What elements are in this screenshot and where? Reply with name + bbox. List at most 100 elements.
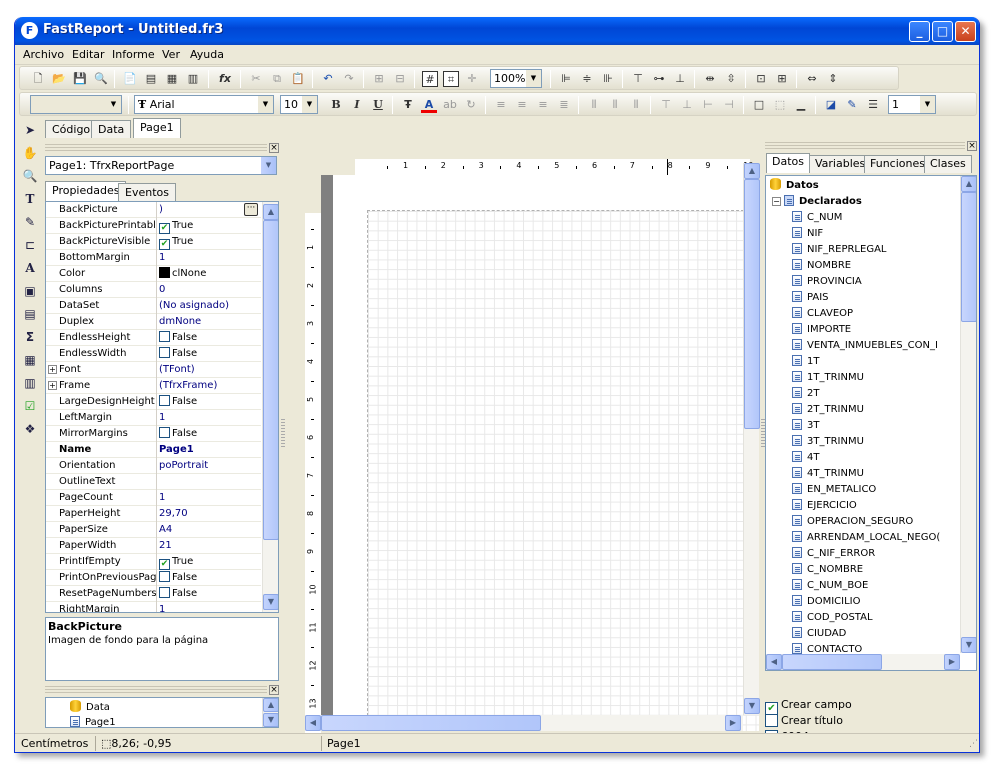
property-value[interactable]: False bbox=[159, 346, 197, 362]
tree-close-icon[interactable]: × bbox=[269, 685, 279, 695]
italic-icon[interactable]: I bbox=[349, 97, 365, 113]
sum-icon[interactable]: Σ bbox=[21, 328, 39, 346]
checkbox-checked-icon[interactable]: ✔ bbox=[159, 559, 170, 570]
property-row[interactable]: Columns 0 bbox=[46, 282, 261, 298]
tab-funciones[interactable]: Funciones bbox=[864, 155, 931, 173]
property-row[interactable]: PaperWidth 21 bbox=[46, 538, 261, 554]
paste-icon[interactable]: 📋 bbox=[290, 71, 306, 87]
property-row[interactable]: LargeDesignHeight False bbox=[46, 394, 261, 410]
scroll-down-icon[interactable]: ▼ bbox=[263, 594, 278, 610]
tree-field-item[interactable]: 3T bbox=[792, 418, 958, 434]
checkbox-unchecked-icon[interactable] bbox=[159, 395, 170, 406]
checkbox-unchecked-icon[interactable] bbox=[159, 587, 170, 598]
scroll-thumb[interactable] bbox=[744, 179, 760, 429]
tree-field-item[interactable]: CLAVEOP bbox=[792, 306, 958, 322]
frame-style-icon[interactable]: ☰ bbox=[865, 97, 881, 113]
tree-field-item[interactable]: NOMBRE bbox=[792, 258, 958, 274]
tree-field-item[interactable]: 3T_TRINMU bbox=[792, 434, 958, 450]
property-value[interactable]: Page1 bbox=[159, 442, 194, 458]
tree-field-item[interactable]: C_NOMBRE bbox=[792, 562, 958, 578]
text-justify-icon[interactable]: ≣ bbox=[556, 97, 572, 113]
text-align-left-icon[interactable]: ≡ bbox=[493, 97, 509, 113]
checkbox-checked-icon[interactable]: ✔ bbox=[159, 223, 170, 234]
property-value[interactable]: A4 bbox=[159, 522, 172, 538]
tab-codigo[interactable]: Código bbox=[45, 120, 98, 138]
cut-icon[interactable]: ✂ bbox=[248, 71, 264, 87]
tab-datos[interactable]: Datos bbox=[766, 153, 810, 173]
tab-page1[interactable]: Page1 bbox=[133, 118, 181, 138]
undo-icon[interactable]: ↶ bbox=[320, 71, 336, 87]
scroll-up-icon[interactable]: ▲ bbox=[744, 163, 760, 179]
checkbox-tool-icon[interactable]: ☑ bbox=[21, 397, 39, 415]
scroll-down-icon[interactable]: ▼ bbox=[961, 637, 976, 653]
property-row[interactable]: DataSet (No asignado) bbox=[46, 298, 261, 314]
frame-top-icon[interactable]: ⊤ bbox=[658, 97, 674, 113]
zoom-tool-icon[interactable]: 🔍 bbox=[21, 167, 39, 185]
checkbox-unchecked-icon[interactable] bbox=[159, 427, 170, 438]
property-value[interactable]: poPortrait bbox=[159, 458, 208, 474]
property-row[interactable]: ResetPageNumbers False bbox=[46, 586, 261, 602]
group-icon[interactable]: ⊞ bbox=[371, 71, 387, 87]
property-row[interactable]: PrintIfEmpty ✔ True bbox=[46, 554, 261, 570]
align-bottom-icon[interactable]: ⊥ bbox=[672, 71, 688, 87]
tree-field-item[interactable]: PAIS bbox=[792, 290, 958, 306]
variables-icon[interactable]: fx bbox=[217, 71, 233, 87]
scroll-up-icon[interactable]: ▲ bbox=[961, 176, 976, 192]
copy-icon[interactable]: ⧉ bbox=[269, 71, 285, 87]
property-row[interactable]: BackPicturePrintable ✔ True bbox=[46, 218, 261, 234]
frame-all-icon[interactable]: □ bbox=[751, 97, 767, 113]
property-row[interactable]: + Frame (TfrxFrame) bbox=[46, 378, 261, 394]
picture-icon[interactable]: ▣ bbox=[21, 282, 39, 300]
scroll-down-icon[interactable]: ▼ bbox=[263, 713, 278, 727]
tree-field-item[interactable]: NIF_REPRLEGAL bbox=[792, 242, 958, 258]
tree-field-item[interactable]: 2T bbox=[792, 386, 958, 402]
center-h-icon[interactable]: ⊡ bbox=[753, 71, 769, 87]
same-width-icon[interactable]: ⇔ bbox=[804, 71, 820, 87]
property-value[interactable]: 1 bbox=[159, 602, 165, 612]
text-align-center-icon[interactable]: ≡ bbox=[514, 97, 530, 113]
property-value[interactable]: False bbox=[159, 570, 197, 586]
select-tool-icon[interactable]: ➤ bbox=[21, 121, 39, 139]
data-panel-close-icon[interactable]: × bbox=[967, 141, 977, 151]
font-color-icon[interactable]: A bbox=[421, 97, 437, 113]
property-row[interactable]: BackPictureVisible ✔ True bbox=[46, 234, 261, 250]
tree-field-item[interactable]: C_NIF_ERROR bbox=[792, 546, 958, 562]
show-grid-icon[interactable]: # bbox=[422, 71, 438, 87]
style-combo[interactable]: ▼ bbox=[30, 95, 122, 114]
valign-middle-icon[interactable]: ⦀ bbox=[607, 97, 623, 113]
tab-data[interactable]: Data bbox=[91, 120, 132, 138]
tree-field-item[interactable]: 1T bbox=[792, 354, 958, 370]
data-panel-grip[interactable] bbox=[765, 141, 965, 151]
scroll-right-icon[interactable]: ▶ bbox=[944, 654, 960, 670]
property-row[interactable]: Orientation poPortrait bbox=[46, 458, 261, 474]
property-row[interactable]: PrintOnPreviousPage False bbox=[46, 570, 261, 586]
tree-item-page1[interactable]: Page1 bbox=[70, 715, 116, 727]
tree-field-item[interactable]: EN_METALICO bbox=[792, 482, 958, 498]
save-icon[interactable]: 💾 bbox=[72, 71, 88, 87]
align-middle-icon[interactable]: ⊶ bbox=[651, 71, 667, 87]
align-grid-icon[interactable]: ⌗ bbox=[443, 71, 459, 87]
property-value[interactable]: 1 bbox=[159, 250, 165, 266]
property-row[interactable]: Color clNone bbox=[46, 266, 261, 282]
tree-field-item[interactable]: PROVINCIA bbox=[792, 274, 958, 290]
tree-field-item[interactable]: EJERCICIO bbox=[792, 498, 958, 514]
property-row[interactable]: OutlineText bbox=[46, 474, 261, 490]
property-row[interactable]: Duplex dmNone bbox=[46, 314, 261, 330]
data-tree-hscroll[interactable]: ◀ ▶ bbox=[766, 654, 960, 670]
more-objects-icon[interactable]: ❖ bbox=[21, 420, 39, 438]
band-icon[interactable]: ⊏ bbox=[21, 236, 39, 254]
tree-field-item[interactable]: ARRENDAM_LOCAL_NEGO( bbox=[792, 530, 958, 546]
property-row[interactable]: PaperSize A4 bbox=[46, 522, 261, 538]
hand-tool-icon[interactable]: ✋ bbox=[21, 144, 39, 162]
barcode-icon[interactable]: ▥ bbox=[21, 374, 39, 392]
cross-tab-icon[interactable]: ▦ bbox=[21, 351, 39, 369]
rotate-icon[interactable]: ↻ bbox=[463, 97, 479, 113]
property-value[interactable]: (TFont) bbox=[159, 362, 195, 378]
frame-right-icon[interactable]: ⊣ bbox=[721, 97, 737, 113]
canvas-hscroll[interactable]: ◀ ▶ bbox=[305, 715, 743, 731]
tree-field-item[interactable]: VENTA_INMUEBLES_CON_I bbox=[792, 338, 958, 354]
line-width-combo[interactable]: 1 ▼ bbox=[888, 95, 936, 114]
space-h-icon[interactable]: ⇹ bbox=[702, 71, 718, 87]
scroll-up-icon[interactable]: ▲ bbox=[263, 204, 278, 220]
scroll-up-icon[interactable]: ▲ bbox=[263, 698, 278, 712]
